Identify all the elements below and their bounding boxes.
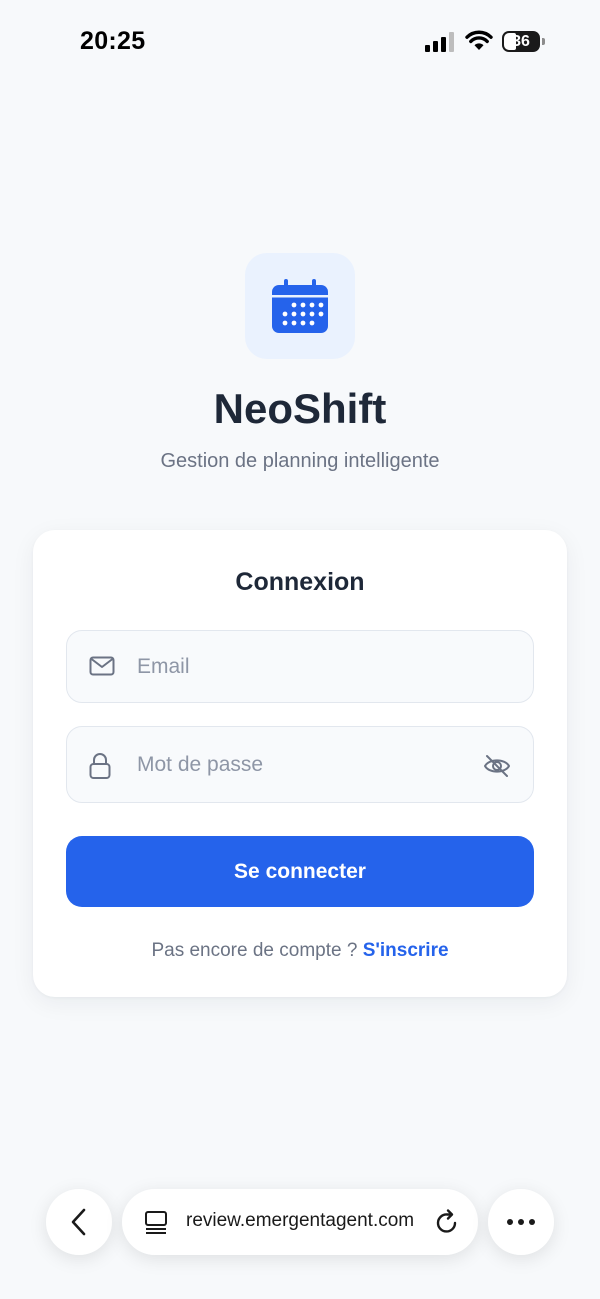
login-screen: 20:25 36 NeoShift Gestion de planning in… bbox=[0, 0, 600, 1299]
chevron-left-icon bbox=[71, 1208, 86, 1236]
browser-toolbar: review.emergentagent.com bbox=[0, 1170, 600, 1280]
calendar-icon bbox=[272, 279, 328, 333]
lock-icon bbox=[89, 753, 111, 779]
battery-percent: 36 bbox=[512, 33, 530, 50]
signup-prompt: Pas encore de compte ? bbox=[151, 940, 358, 961]
address-bar[interactable]: review.emergentagent.com bbox=[122, 1189, 478, 1255]
back-button[interactable] bbox=[46, 1189, 112, 1255]
battery-icon: 36 bbox=[502, 31, 545, 52]
login-title: Connexion bbox=[235, 568, 365, 596]
password-input[interactable] bbox=[137, 727, 473, 802]
password-field[interactable] bbox=[66, 726, 534, 803]
signup-row: Pas encore de compte ? S'inscrire bbox=[33, 940, 567, 962]
email-field[interactable] bbox=[66, 630, 534, 703]
login-card: Connexion Se connecter Pas encore de com… bbox=[33, 530, 567, 997]
wifi-icon bbox=[465, 30, 493, 50]
signup-link[interactable]: S'inscrire bbox=[363, 940, 449, 961]
reload-icon[interactable] bbox=[434, 1208, 460, 1236]
tabs-icon[interactable] bbox=[144, 1210, 168, 1234]
eye-off-icon[interactable] bbox=[483, 753, 511, 779]
url-text[interactable]: review.emergentagent.com bbox=[186, 1210, 426, 1232]
app-title: NeoShift bbox=[213, 385, 387, 432]
signal-icon bbox=[425, 32, 454, 52]
more-icon bbox=[507, 1219, 535, 1225]
more-button[interactable] bbox=[488, 1189, 554, 1255]
status-bar: 20:25 36 bbox=[0, 0, 600, 86]
mail-icon bbox=[89, 656, 115, 676]
login-button[interactable]: Se connecter bbox=[66, 836, 534, 907]
app-tagline: Gestion de planning intelligente bbox=[160, 450, 440, 472]
status-time: 20:25 bbox=[80, 27, 146, 55]
app-logo bbox=[245, 253, 355, 359]
email-input[interactable] bbox=[137, 631, 473, 702]
